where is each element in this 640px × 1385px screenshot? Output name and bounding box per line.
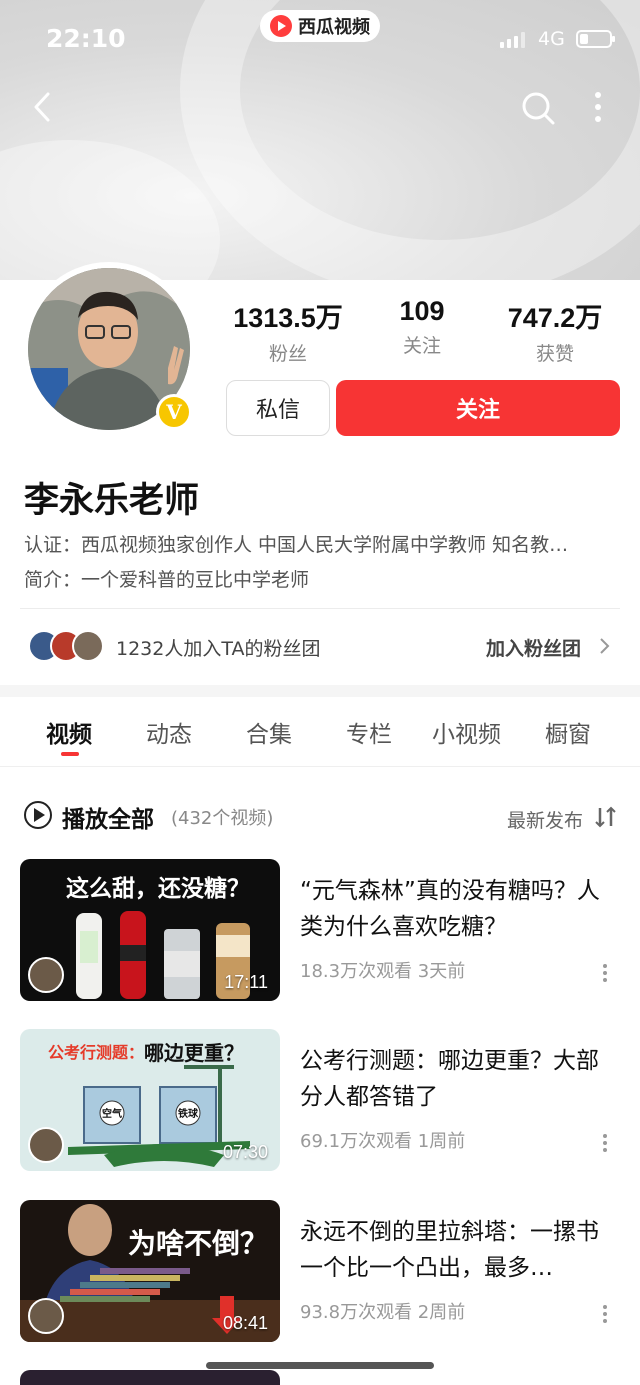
video-meta: 69.1万次观看 1周前 <box>300 1131 466 1152</box>
video-thumbnail[interactable]: 为啥不倒？ 08:41 <box>20 1200 280 1342</box>
section-separator <box>0 685 640 697</box>
signal-icon <box>500 32 525 48</box>
tab-posts[interactable]: 动态 <box>146 715 192 749</box>
profile-name: 李永乐老师 <box>24 481 200 521</box>
video-duration: 08:41 <box>222 1313 268 1333</box>
app-name: 西瓜视频 <box>298 17 370 38</box>
stat-likes[interactable]: 747.2万 获赞 <box>500 296 610 366</box>
video-item[interactable]: 这么甜，还没糖？ 17:11 “元气森林”真的没有糖吗？人类为什么喜欢吃糖？ 1… <box>0 859 640 1009</box>
stat-fans[interactable]: 1313.5万 粉丝 <box>230 296 346 366</box>
play-all-button[interactable]: 播放全部 <box>62 800 154 834</box>
video-count: (432个视频) <box>171 808 274 829</box>
video-thumbnail[interactable]: 这么甜，还没糖？ 17:11 <box>20 859 280 1001</box>
creator-avatar <box>28 1127 64 1163</box>
join-fan-group-link[interactable]: 加入粉丝团 <box>486 634 581 661</box>
video-item[interactable]: 为啥不倒？ 08:41 永远不倒的里拉斜塔：一摞书一个比一个凸出，最多… 93.… <box>0 1200 640 1350</box>
thumbnail-caption: 哪边更重？ <box>144 1041 244 1065</box>
video-meta: 93.8万次观看 2周前 <box>300 1302 466 1323</box>
chevron-left-icon[interactable] <box>28 90 58 124</box>
play-all-icon[interactable] <box>24 801 52 829</box>
more-vertical-icon[interactable] <box>600 1304 610 1324</box>
video-item[interactable]: 公考行测题： 哪边更重？ 空气 铁球 07:30 公考行测题：哪边更重？大部分人… <box>0 1029 640 1179</box>
stat-value: 109 <box>399 296 445 326</box>
bio-text: 简介：一个爱科普的豆比中学老师 <box>24 569 310 591</box>
tab-videos[interactable]: 视频 <box>46 715 92 749</box>
more-vertical-icon[interactable] <box>600 1133 610 1153</box>
battery-icon <box>576 30 615 48</box>
video-duration: 17:11 <box>224 972 268 992</box>
stat-following[interactable]: 109 关注 <box>380 296 464 358</box>
stat-value: 747.2万 <box>507 303 603 333</box>
cup-label-air: 空气 <box>102 1109 122 1120</box>
cup-label-iron-ball: 铁球 <box>178 1109 198 1120</box>
fan-avatar <box>72 630 104 662</box>
message-button[interactable]: 私信 <box>226 380 330 436</box>
video-duration: 07:30 <box>222 1142 268 1162</box>
sort-selector[interactable]: 最新发布 <box>507 806 583 833</box>
tab-columns[interactable]: 专栏 <box>346 715 392 749</box>
active-tab-indicator <box>61 752 79 756</box>
status-time: 22:10 <box>46 24 126 53</box>
xigua-logo-icon <box>270 15 292 37</box>
creator-avatar <box>28 957 64 993</box>
content-tabs: 视频 动态 合集 专栏 小视频 橱窗 <box>0 697 640 767</box>
follow-button[interactable]: 关注 <box>336 380 620 436</box>
video-title[interactable]: 公考行测题：哪边更重？大部分人都答错了 <box>300 1043 615 1115</box>
thumbnail-caption-prefix: 公考行测题： <box>48 1043 145 1062</box>
video-meta: 18.3万次观看 3天前 <box>300 961 466 982</box>
chevron-right-icon[interactable] <box>598 636 612 656</box>
video-title[interactable]: “元气森林”真的没有糖吗？人类为什么喜欢吃糖？ <box>300 873 615 945</box>
stat-value: 1313.5万 <box>233 303 343 333</box>
thumbnail-caption: 这么甜，还没糖？ <box>66 876 250 902</box>
search-icon[interactable] <box>520 90 556 126</box>
more-vertical-icon[interactable] <box>600 963 610 983</box>
more-vertical-icon[interactable] <box>588 90 608 124</box>
thumbnail-caption: 为啥不倒？ <box>128 1227 269 1260</box>
stat-label: 粉丝 <box>268 343 307 365</box>
sort-icon[interactable] <box>594 806 618 828</box>
divider <box>20 608 620 609</box>
video-title[interactable]: 永远不倒的里拉斜塔：一摞书一个比一个凸出，最多… <box>300 1214 615 1286</box>
app-indicator-pill[interactable]: 西瓜视频 <box>260 10 380 42</box>
tab-collections[interactable]: 合集 <box>246 715 292 749</box>
video-thumbnail[interactable]: 公考行测题： 哪边更重？ 空气 铁球 07:30 <box>20 1029 280 1171</box>
tab-short-videos[interactable]: 小视频 <box>432 715 501 749</box>
network-type: 4G <box>538 28 565 50</box>
divider <box>0 766 640 767</box>
banner-decoration <box>0 140 220 280</box>
tab-shop-window[interactable]: 橱窗 <box>545 715 591 749</box>
verified-badge-icon: V <box>156 394 192 430</box>
stat-label: 获赞 <box>535 343 574 365</box>
home-indicator[interactable] <box>206 1362 434 1369</box>
stat-label: 关注 <box>402 335 441 357</box>
fan-avatars <box>28 630 108 662</box>
verification-text[interactable]: 认证：西瓜视频独家创作人 中国人民大学附属中学教师 知名教… <box>24 530 620 557</box>
video-thumbnail-partial[interactable] <box>20 1370 280 1385</box>
creator-avatar <box>28 1298 64 1334</box>
status-bar: 22:10 西瓜视频 4G <box>0 0 640 80</box>
fan-group-count: 1232人加入TA的粉丝团 <box>116 638 321 660</box>
